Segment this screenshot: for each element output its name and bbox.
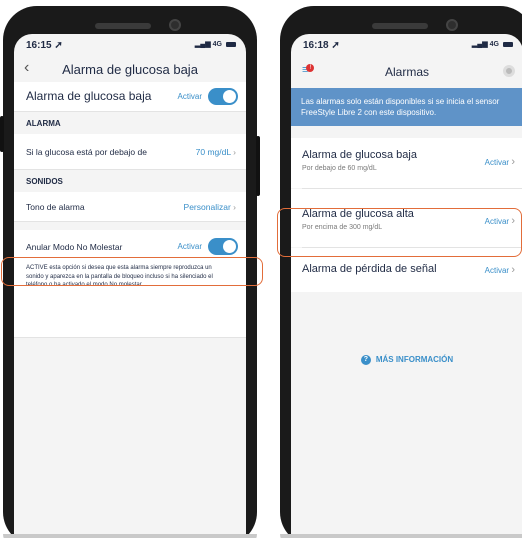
status-time: 16:18 ➚ <box>303 40 340 51</box>
front-camera <box>169 19 181 31</box>
nav-bar: ‹ Alarma de glucosa baja <box>14 56 246 82</box>
speaker-grille <box>372 23 428 29</box>
section-header-alarm: ALARMA <box>26 119 61 128</box>
row-value: Personalizar › <box>183 202 236 212</box>
alarm-title: Alarma de glucosa baja <box>302 149 417 161</box>
network-label: 4G <box>489 40 499 48</box>
low-alarm-toggle[interactable] <box>208 88 238 105</box>
row-label: Si la glucosa está por debajo de <box>26 147 147 157</box>
chevron-right-icon: › <box>511 264 515 276</box>
speaker-grille <box>95 23 151 29</box>
alarm-value: Activar › <box>484 264 515 276</box>
row-value: 70 mg/dL › <box>195 147 236 157</box>
status-indicators: ▂▄▆ 4G <box>472 40 513 48</box>
chevron-right-icon: › <box>511 156 515 168</box>
alarm-title: Alarma de pérdida de señal <box>302 263 437 275</box>
more-info-link[interactable]: ? MÁS INFORMACIÓN <box>291 355 522 365</box>
location-arrow-icon: ➚ <box>54 40 63 51</box>
battery-icon <box>226 41 236 47</box>
screen-low-glucose-alarm: 16:15 ➚ ▂▄▆ 4G ‹ Alarma de glucosa baja … <box>14 34 246 538</box>
phone-bezel-bottom <box>3 534 257 538</box>
alarm-tone-row[interactable]: Tono de alarma Personalizar › <box>14 192 246 222</box>
section-header-sounds: SONIDOS <box>26 177 63 186</box>
toggle-state-label: Activar <box>177 242 202 251</box>
dnd-override-toggle[interactable] <box>208 238 238 255</box>
toggle-state-label: Activar <box>177 92 202 101</box>
page-title: Alarmas <box>384 65 429 79</box>
row-label: Anular Modo No Molestar <box>26 242 123 252</box>
alarm-subtitle: Por debajo de 60 mg/dL <box>302 165 377 172</box>
status-time: 16:15 ➚ <box>26 40 63 51</box>
battery-icon <box>503 41 513 47</box>
status-bar: 16:18 ➚ ▂▄▆ 4G <box>291 34 522 56</box>
volume-button <box>0 116 4 152</box>
signal-icon: ▂▄▆ <box>194 41 211 48</box>
row-label: Alarma de glucosa baja <box>26 89 152 103</box>
status-indicators: ▂▄▆ 4G <box>195 40 236 48</box>
power-button <box>256 136 260 196</box>
chevron-right-icon: › <box>233 202 236 212</box>
front-camera <box>446 19 458 31</box>
network-label: 4G <box>212 40 222 48</box>
screen-alarms: 16:18 ➚ ▂▄▆ 4G ≡! Alarmas Las alarmas so… <box>291 34 522 538</box>
signal-icon: ▂▄▆ <box>471 41 488 48</box>
sensor-icon[interactable] <box>503 65 515 77</box>
location-arrow-icon: ➚ <box>331 40 340 51</box>
info-banner: Las alarmas solo están disponibles si se… <box>291 88 522 126</box>
highlight-alarm-tone <box>1 257 263 286</box>
threshold-row[interactable]: Si la glucosa está por debajo de 70 mg/d… <box>14 134 246 170</box>
nav-bar: ≡! Alarmas <box>291 56 522 88</box>
low-alarm-toggle-row[interactable]: Alarma de glucosa baja Activar <box>14 82 246 112</box>
phone-bezel-bottom <box>280 534 522 538</box>
alarm-value: Activar › <box>484 156 515 168</box>
alarm-item-low[interactable]: Alarma de glucosa baja Por debajo de 60 … <box>291 138 522 188</box>
phone-right: 16:18 ➚ ▂▄▆ 4G ≡! Alarmas Las alarmas so… <box>280 6 522 538</box>
page-title: Alarma de glucosa baja <box>62 62 198 77</box>
highlight-high-glucose-alarm <box>277 208 522 257</box>
info-icon: ? <box>360 355 371 365</box>
chevron-right-icon: › <box>233 147 236 157</box>
status-bar: 16:15 ➚ ▂▄▆ 4G <box>14 34 246 56</box>
row-label: Tono de alarma <box>26 202 85 212</box>
